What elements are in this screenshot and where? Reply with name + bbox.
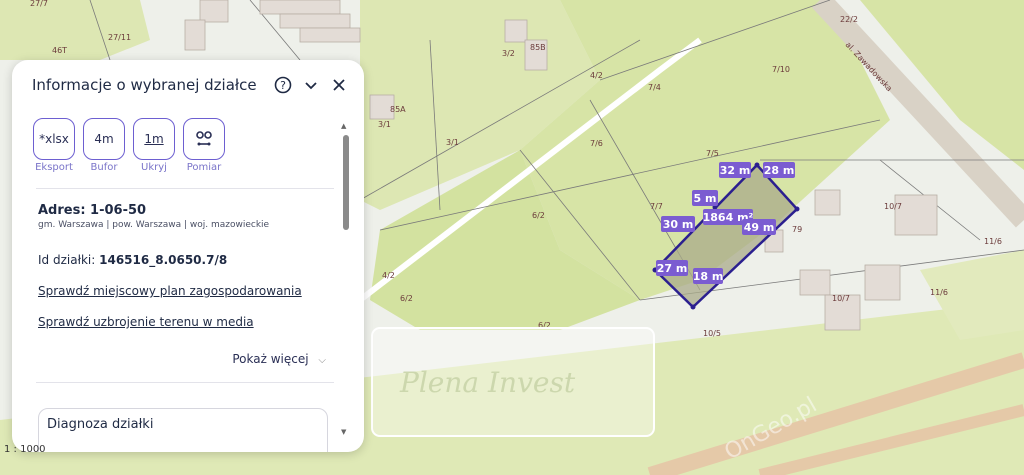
hide-dimensions-icon: 1m <box>133 118 175 160</box>
address-subtitle: gm. Warszawa | pow. Warszawa | woj. mazo… <box>38 220 270 230</box>
scrollbar-thumb[interactable] <box>343 135 349 230</box>
measurement-label-text: 5 m <box>694 192 717 205</box>
measurement-label: 5 m <box>692 190 718 206</box>
buffer-label: Bufor <box>90 162 118 173</box>
measurement-label-text: 27 m <box>657 262 688 275</box>
export-icon: *xlsx <box>33 118 75 160</box>
export-button[interactable]: *xlsx Eksport <box>32 118 76 173</box>
svg-text:?: ? <box>280 79 286 92</box>
parcel-id-value: 146516_8.0650.7/8 <box>99 253 228 267</box>
parcel-number-label: 11/6 <box>930 288 948 297</box>
measurement-label-text: 49 m <box>744 221 775 234</box>
panel-title: Informacje o wybranej działce <box>32 76 257 94</box>
parcel-number-label: 7/10 <box>772 65 790 74</box>
map-scale: 1 : 1000 <box>4 444 46 455</box>
measure-button[interactable]: Pomiar <box>182 118 226 173</box>
parcel-number-label: 27/11 <box>108 33 131 42</box>
measurement-label-text: 18 m <box>693 270 724 283</box>
chevron-down-icon[interactable] <box>300 74 322 96</box>
zoning-plan-link[interactable]: Sprawdź miejscowy plan zagospodarowania <box>38 284 302 298</box>
measure-icon <box>183 118 225 160</box>
diagnosis-card[interactable]: Diagnoza działki <box>38 408 328 452</box>
hide-button[interactable]: 1m Ukryj <box>132 118 176 173</box>
tool-bar: *xlsx Eksport 4m Bufor 1m Ukryj Pomiar <box>32 118 226 173</box>
measurement-label: 27 m <box>656 260 688 276</box>
parcel-number-label: 6/2 <box>532 211 545 220</box>
parcel-number-label: 4/2 <box>382 271 395 280</box>
show-more-label: Pokaż więcej <box>232 352 309 366</box>
parcel-number-label: 27/7 <box>30 0 48 8</box>
measurement-label-text: 28 m <box>764 164 795 177</box>
buffer-button[interactable]: 4m Bufor <box>82 118 126 173</box>
hide-label: Ukryj <box>141 162 167 173</box>
parcel-number-label: 7/7 <box>650 202 663 211</box>
scroll-down-arrow[interactable]: ▼ <box>341 428 346 436</box>
parcel-number-label: 7/6 <box>590 139 603 148</box>
parcel-info-panel: Informacje o wybranej działce ? *xlsx Ek… <box>12 60 364 452</box>
parcel-number-label: 3/1 <box>446 138 459 147</box>
address-title: Adres: 1-06-50 <box>38 203 147 218</box>
chevron-down-icon: ⌵ <box>318 355 326 366</box>
measurement-label: 30 m <box>661 216 695 232</box>
parcel-number-label: 85B <box>530 43 546 52</box>
divider <box>36 382 334 383</box>
measurement-label: 49 m <box>742 219 776 235</box>
measurement-label-text: 32 m <box>720 164 751 177</box>
parcel-number-label: 10/7 <box>832 294 850 303</box>
parcel-number-label: 79 <box>792 225 802 234</box>
utilities-link[interactable]: Sprawdź uzbrojenie terenu w media <box>38 315 254 329</box>
measurement-label: 18 m <box>693 268 724 284</box>
hide-icon-text: 1m <box>144 132 164 146</box>
parcel-number-label: 3/2 <box>502 49 515 58</box>
parcel-id-label: Id działki: <box>38 253 100 267</box>
parcel-number-label: 6/2 <box>400 294 413 303</box>
parcel-number-label: 4/2 <box>590 71 603 80</box>
divider <box>36 188 334 189</box>
buffer-icon: 4m <box>83 118 125 160</box>
parcel-number-label: 7/5 <box>706 149 719 158</box>
panel-header: Informacje o wybranej działce ? <box>32 72 350 98</box>
parcel-number-label: 10/5 <box>703 329 721 338</box>
measure-label: Pomiar <box>186 162 222 173</box>
help-icon[interactable]: ? <box>272 74 294 96</box>
watermark-text: Plena Invest <box>399 366 576 399</box>
measurement-label-text: 30 m <box>663 218 694 231</box>
show-more-button[interactable]: Pokaż więcej ⌵ <box>232 352 326 366</box>
measurement-label: 28 m <box>763 162 795 178</box>
parcel-number-label: 11/6 <box>984 237 1002 246</box>
close-icon[interactable] <box>328 74 350 96</box>
parcel-number-label: 7/4 <box>648 83 661 92</box>
parcel-number-label: 3/1 <box>378 120 391 129</box>
parcel-id-row: Id działki: 146516_8.0650.7/8 <box>38 253 227 267</box>
measurement-label: 32 m <box>719 162 751 178</box>
diagnosis-title: Diagnoza działki <box>47 417 154 432</box>
parcel-number-label: 10/7 <box>884 202 902 211</box>
parcel-number-label: 46T <box>52 46 67 55</box>
export-label: Eksport <box>35 162 73 173</box>
parcel-number-label: 22/2 <box>840 15 858 24</box>
scroll-up-arrow[interactable]: ▲ <box>341 122 346 130</box>
parcel-number-label: 85A <box>390 105 406 114</box>
